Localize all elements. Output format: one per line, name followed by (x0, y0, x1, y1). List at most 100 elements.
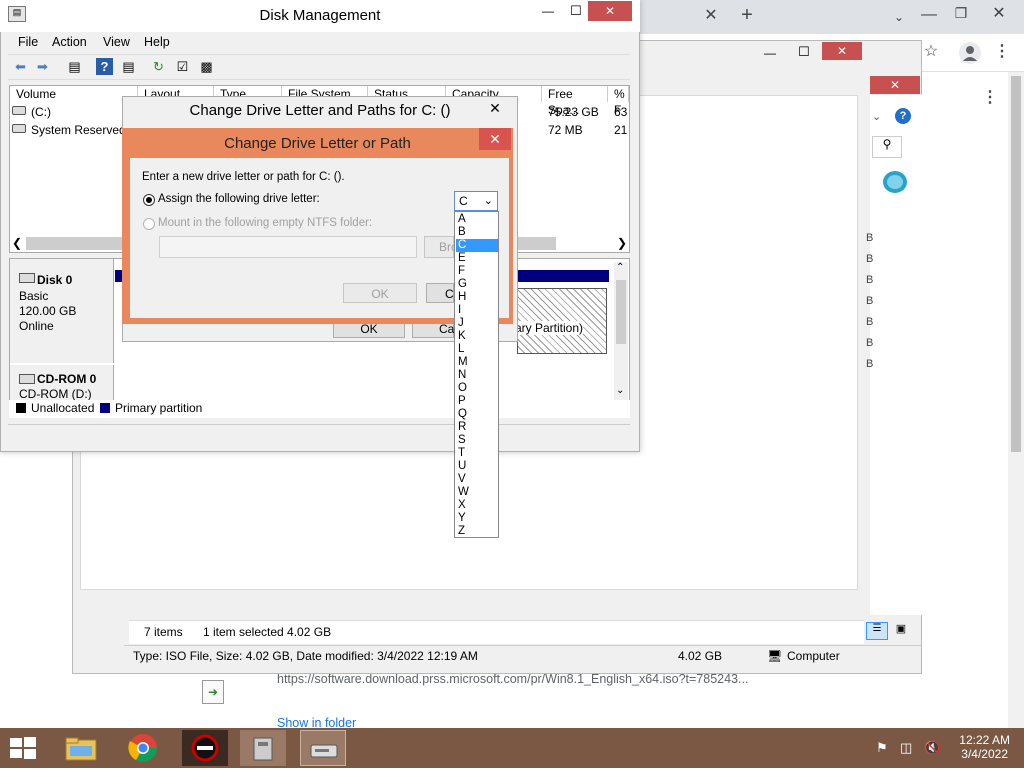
folder-path-input[interactable] (159, 236, 417, 258)
drive-letter-option[interactable]: Q (456, 408, 498, 421)
back-arrow-icon[interactable]: ⬅ (12, 58, 29, 75)
settings-icon[interactable]: ▩ (198, 58, 215, 75)
restore-window-button[interactable]: ❐ (950, 3, 972, 23)
drive-letter-select[interactable]: C ⌄ (454, 191, 498, 211)
details-view-icon[interactable]: ☰ (866, 622, 888, 640)
drive-icon (12, 124, 26, 133)
action-center-flag-icon[interactable]: ⚑ (876, 740, 888, 756)
ok-button[interactable]: OK (343, 283, 417, 303)
drive-letter-option[interactable]: Z (456, 525, 498, 538)
help-icon[interactable]: ? (895, 108, 911, 124)
chrome-menu-icon[interactable]: ⋮ (992, 42, 1012, 62)
disk0-size: 120.00 GB (19, 304, 77, 318)
minimize-button[interactable]: — (538, 4, 558, 18)
assign-letter-label[interactable]: Assign the following drive letter: (158, 193, 320, 205)
refresh-icon[interactable]: ↻ (150, 58, 167, 75)
check-icon[interactable]: ☑ (174, 58, 191, 75)
scroll-left-icon[interactable]: ❮ (12, 236, 22, 250)
new-tab-button[interactable]: + (736, 5, 758, 25)
explorer-close-button[interactable]: ✕ (822, 42, 862, 60)
mount-folder-radio[interactable] (143, 218, 155, 230)
drive-letter-option[interactable]: V (456, 473, 498, 486)
page-menu-icon[interactable]: ⋮ (980, 88, 1000, 108)
drive-letter-option[interactable]: H (456, 291, 498, 304)
drive-letter-option[interactable]: L (456, 343, 498, 356)
volume-muted-icon[interactable]: 🔇 (924, 740, 940, 756)
download-url: https://software.download.prss.microsoft… (277, 672, 749, 686)
profile-avatar[interactable] (959, 42, 981, 64)
explorer-minimize-button[interactable]: — (760, 46, 780, 60)
drive-letter-option[interactable]: S (456, 434, 498, 447)
forward-arrow-icon[interactable]: ➡ (34, 58, 51, 75)
search-icon[interactable]: ⚲ (872, 136, 902, 158)
drive-letter-option[interactable]: X (456, 499, 498, 512)
volume-name[interactable]: (C:) (31, 105, 51, 119)
chrome-taskbar-icon[interactable] (120, 730, 166, 766)
app-taskbar-icon[interactable] (182, 730, 228, 766)
explorer-maximize-button[interactable]: ☐ (794, 44, 814, 60)
ribbon-expand-icon[interactable]: ⌄ (872, 110, 881, 123)
legend-primary: Primary partition (115, 401, 203, 415)
page-scrollbar-thumb[interactable] (1011, 76, 1021, 452)
help-topics-icon[interactable]: ? (96, 58, 113, 75)
drive-letter-option[interactable]: M (456, 356, 498, 369)
windows-start-icon[interactable] (8, 735, 38, 761)
drive-letter-option[interactable]: R (456, 421, 498, 434)
drive-letter-option[interactable]: A (456, 213, 498, 226)
properties-icon[interactable]: ▤ (120, 58, 137, 75)
drive-letter-option[interactable]: K (456, 330, 498, 343)
scroll-down-icon[interactable]: ⌄ (616, 385, 624, 396)
dialog-prompt: Enter a new drive letter or path for C: … (142, 171, 345, 183)
menu-action[interactable]: Action (52, 35, 87, 49)
disk-management-taskbar-icon[interactable] (240, 730, 286, 766)
column-volume[interactable]: Volume (10, 86, 138, 102)
cancel-button[interactable]: C (426, 283, 454, 303)
file-explorer-taskbar-icon[interactable] (58, 730, 104, 766)
network-icon[interactable]: ◫ (900, 740, 912, 756)
column-free-space[interactable]: Free Spa... (542, 86, 608, 117)
system-clock[interactable]: 12:22 AM 3/4/2022 (959, 733, 1010, 761)
size-label: B (866, 316, 874, 328)
menu-view[interactable]: View (103, 35, 130, 49)
drive-letter-option[interactable]: I (456, 304, 498, 317)
drive-letter-option[interactable]: U (456, 460, 498, 473)
drive-letter-option[interactable]: E (456, 252, 498, 265)
minimize-window-button[interactable]: — (918, 5, 940, 25)
drive-letter-option[interactable]: J (456, 317, 498, 330)
clock-time: 12:22 AM (959, 733, 1010, 747)
change-paths-close-button[interactable]: ✕ (480, 98, 510, 118)
drive-letter-option[interactable]: G (456, 278, 498, 291)
change-letter-close-button[interactable]: ✕ (479, 128, 511, 150)
mount-folder-label[interactable]: Mount in the following empty NTFS folder… (158, 217, 372, 229)
dialog-close-button-behind[interactable]: ✕ (870, 76, 920, 94)
browse-button[interactable]: Bro (424, 236, 458, 258)
drive-letter-option[interactable]: T (456, 447, 498, 460)
scroll-right-icon[interactable]: ❯ (617, 236, 627, 250)
drive-letter-option-selected[interactable]: C (456, 239, 498, 252)
hard-disk-icon (19, 273, 35, 283)
bookmark-star-icon[interactable]: ☆ (920, 42, 942, 62)
drive-letter-option[interactable]: Y (456, 512, 498, 525)
menu-help[interactable]: Help (144, 35, 170, 49)
drive-letter-option[interactable]: N (456, 369, 498, 382)
scroll-up-icon[interactable]: ⌃ (616, 262, 624, 273)
drive-letter-option[interactable]: W (456, 486, 498, 499)
close-tab-icon[interactable]: ✕ (700, 6, 722, 26)
drive-taskbar-icon[interactable] (300, 730, 346, 766)
drive-letter-option[interactable]: P (456, 395, 498, 408)
volume-name[interactable]: System Reserved (31, 123, 126, 137)
assign-letter-radio[interactable] (143, 194, 155, 206)
vertical-scrollbar-thumb[interactable] (616, 280, 626, 344)
tab-search-icon[interactable]: ⌄ (888, 7, 910, 27)
size-label: B (866, 358, 874, 370)
large-icons-view-icon[interactable]: ▣ (892, 622, 910, 640)
drive-letter-option[interactable]: B (456, 226, 498, 239)
drive-letter-option[interactable]: F (456, 265, 498, 278)
maximize-button[interactable]: ☐ (566, 3, 586, 19)
menu-file[interactable]: File (18, 35, 38, 49)
show-hide-tree-icon[interactable]: ▤ (66, 58, 83, 75)
close-button[interactable]: ✕ (588, 1, 632, 21)
close-window-button[interactable]: ✕ (988, 4, 1010, 24)
column-percent-free[interactable]: % F (608, 86, 629, 117)
drive-letter-option[interactable]: O (456, 382, 498, 395)
